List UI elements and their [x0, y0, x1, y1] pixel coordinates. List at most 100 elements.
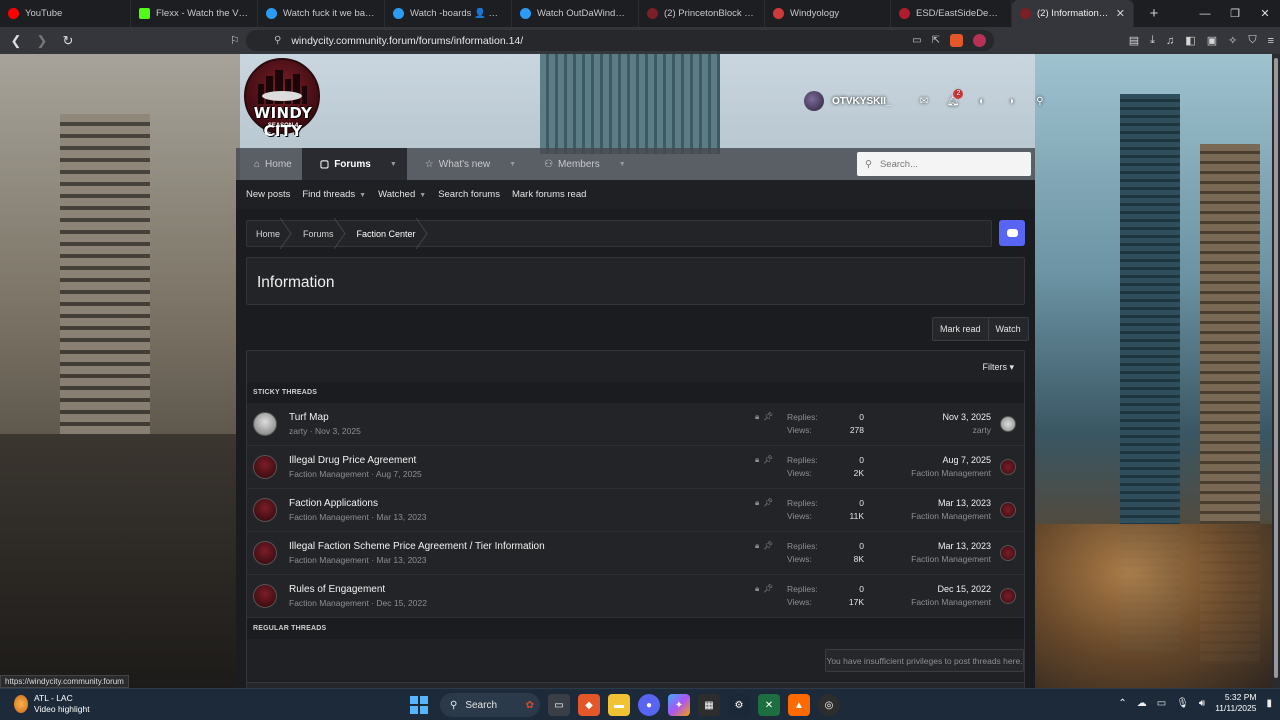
bell-icon[interactable]: 🔔︎ 2 — [938, 88, 967, 107]
wallet-icon[interactable]: ▣ — [1207, 34, 1217, 47]
windows-start-icon[interactable] — [410, 696, 428, 714]
browser-tab-active[interactable]: (2) Information | Windy ✕ — [1012, 0, 1134, 27]
nav-tab-whats-new[interactable]: ☆ What's new ▼ — [407, 148, 526, 180]
search-icon[interactable]: ⚲ — [1025, 96, 1054, 107]
screen-cast-icon[interactable]: ▭ — [912, 35, 921, 46]
browser-tab[interactable]: (2) PrincetonBlock / Redzo — [639, 0, 765, 27]
browser-tab[interactable]: Watch OutDaWindow 💜 — [512, 0, 639, 27]
minimize-icon[interactable]: — — [1190, 8, 1220, 20]
menu-icon[interactable]: ≡ — [1268, 35, 1274, 47]
app-icon[interactable]: ◎ — [818, 694, 840, 716]
browser-tab[interactable]: Windyology — [765, 0, 891, 27]
brave-shields-icon[interactable] — [950, 34, 963, 47]
breadcrumb-item[interactable]: Home — [247, 220, 294, 247]
last-post-author[interactable]: zarty — [973, 425, 991, 435]
excel-icon[interactable]: ✕ — [758, 694, 780, 716]
username-link[interactable]: OTVKYSKII_ — [832, 96, 891, 107]
last-poster-avatar[interactable] — [1000, 545, 1016, 561]
subnav-new-posts[interactable]: New posts — [246, 189, 290, 200]
forward-icon[interactable]: ❯ — [32, 33, 52, 49]
thread-author-avatar[interactable] — [253, 541, 277, 565]
scrollbar-thumb[interactable] — [1274, 58, 1278, 678]
last-post-date[interactable]: Mar 13, 2023 — [938, 541, 991, 551]
mark-read-button[interactable]: Mark read — [932, 317, 988, 341]
browser-tab[interactable]: Watch fuck it we ball-gloc — [258, 0, 385, 27]
plus-icon[interactable]: + — [1142, 5, 1166, 22]
subnav-search-forums[interactable]: Search forums — [438, 189, 500, 200]
browser-tab[interactable]: Watch -boards 👤 👤 | Str — [385, 0, 512, 27]
nav-tab-home[interactable]: ⌂ Home — [236, 148, 302, 180]
last-post-author[interactable]: Faction Management — [911, 597, 991, 607]
system-clock[interactable]: 5:32 PM 11/11/2025 — [1215, 692, 1256, 714]
taskbar-search[interactable]: ⚲ Search ✿ — [440, 693, 540, 717]
thread-row[interactable]: Faction Applications Faction Management … — [247, 489, 1024, 532]
thread-title[interactable]: Rules of Engagement — [289, 584, 385, 595]
nav-tab-members[interactable]: ⚇ Members ▼ — [526, 148, 636, 180]
notifications-icon[interactable]: ▮ — [1266, 698, 1272, 709]
microsoft-store-icon[interactable]: ▦ — [698, 694, 720, 716]
browser-tab[interactable]: YouTube — [0, 0, 131, 27]
subnav-mark-forums-read[interactable]: Mark forums read — [512, 189, 586, 200]
file-explorer-icon[interactable]: ▬ — [608, 694, 630, 716]
chevron-down-icon[interactable]: ▼ — [390, 161, 397, 168]
thread-title[interactable]: Illegal Faction Scheme Price Agreement /… — [289, 541, 545, 552]
filters-button[interactable]: Filters ▾ — [982, 362, 1014, 373]
brave-rewards-icon[interactable] — [973, 34, 986, 47]
bookmark-icon[interactable]: ⚐ — [230, 34, 240, 47]
thread-author-avatar[interactable] — [253, 584, 277, 608]
page-scrollbar[interactable] — [1272, 54, 1280, 688]
app-icon[interactable]: ▲ — [788, 694, 810, 716]
thread-author-avatar[interactable] — [253, 412, 277, 436]
last-post-author[interactable]: Faction Management — [911, 554, 991, 564]
back-icon[interactable]: ❮ — [6, 33, 26, 49]
breadcrumb-item[interactable]: Forums — [294, 220, 348, 247]
copilot-icon[interactable]: ✦ — [668, 694, 690, 716]
thread-title[interactable]: Turf Map — [289, 412, 329, 423]
thread-author-avatar[interactable] — [253, 455, 277, 479]
task-view-icon[interactable]: ▭ — [548, 694, 570, 716]
thread-row[interactable]: Turf Map zarty · Nov 3, 2025 🔒︎📌︎ Replie… — [247, 403, 1024, 446]
subnav-find-threads[interactable]: Find threads ▼ — [302, 189, 366, 200]
nav-tab-forums[interactable]: ▢ Forums ▼ — [301, 148, 407, 180]
microphone-icon[interactable]: 🎙︎ — [1176, 698, 1189, 709]
bookmark-icon[interactable]: ◐ — [967, 96, 996, 107]
volume-icon[interactable]: 🔊︎ — [1199, 698, 1205, 709]
download-icon[interactable]: ⤓ — [1150, 34, 1155, 47]
chevron-up-icon[interactable]: ⌃ — [1118, 698, 1126, 709]
thread-row[interactable]: Rules of Engagement Faction Management ·… — [247, 575, 1024, 618]
last-post-author[interactable]: Faction Management — [911, 468, 991, 478]
close-icon[interactable]: ✕ — [1250, 7, 1280, 20]
vpn-icon[interactable]: ⛉ — [1248, 34, 1256, 47]
discord-button[interactable] — [999, 220, 1025, 246]
breadcrumb-item[interactable]: Faction Center — [348, 220, 430, 247]
steam-icon[interactable]: ⚙ — [728, 694, 750, 716]
browser-tab[interactable]: Flexx - Watch the VOD — [131, 0, 258, 27]
last-post-author[interactable]: Faction Management — [911, 511, 991, 521]
leo-ai-icon[interactable]: ✧ — [1228, 34, 1237, 47]
discord-icon[interactable]: ● — [638, 694, 660, 716]
site-info-icon[interactable]: ⚲ — [274, 35, 281, 46]
last-post-date[interactable]: Aug 7, 2025 — [942, 455, 991, 465]
close-tab-icon[interactable]: ✕ — [1116, 7, 1125, 20]
thread-author-avatar[interactable] — [253, 498, 277, 522]
subnav-watched[interactable]: Watched ▼ — [378, 189, 426, 200]
address-bar[interactable]: ⚐ ⚲ windycity.community.forum/forums/inf… — [230, 30, 994, 51]
brave-browser-icon[interactable]: ◆ — [578, 694, 600, 716]
thread-title[interactable]: Faction Applications — [289, 498, 378, 509]
share-icon[interactable]: ⇱ — [932, 35, 940, 46]
thread-row[interactable]: Illegal Drug Price Agreement Faction Man… — [247, 446, 1024, 489]
network-icon[interactable]: ▭ — [1157, 698, 1166, 709]
last-poster-avatar[interactable] — [1000, 588, 1016, 604]
maximize-icon[interactable]: ❐ — [1220, 7, 1250, 20]
media-icon[interactable]: ♫ — [1166, 35, 1174, 47]
last-poster-avatar[interactable] — [1000, 502, 1016, 518]
forum-search-input[interactable]: ⚲ Search... — [857, 152, 1031, 176]
chevron-down-icon[interactable]: ▼ — [619, 161, 626, 168]
split-view-icon[interactable]: ◧ — [1185, 34, 1195, 47]
cloud-icon[interactable]: ☁ — [1137, 698, 1147, 709]
last-poster-avatar[interactable] — [1000, 416, 1016, 432]
reload-icon[interactable]: ↻ — [58, 33, 78, 49]
sidebar-icon[interactable]: ▤ — [1129, 34, 1139, 47]
user-avatar[interactable] — [804, 91, 824, 111]
last-post-date[interactable]: Nov 3, 2025 — [942, 412, 991, 422]
